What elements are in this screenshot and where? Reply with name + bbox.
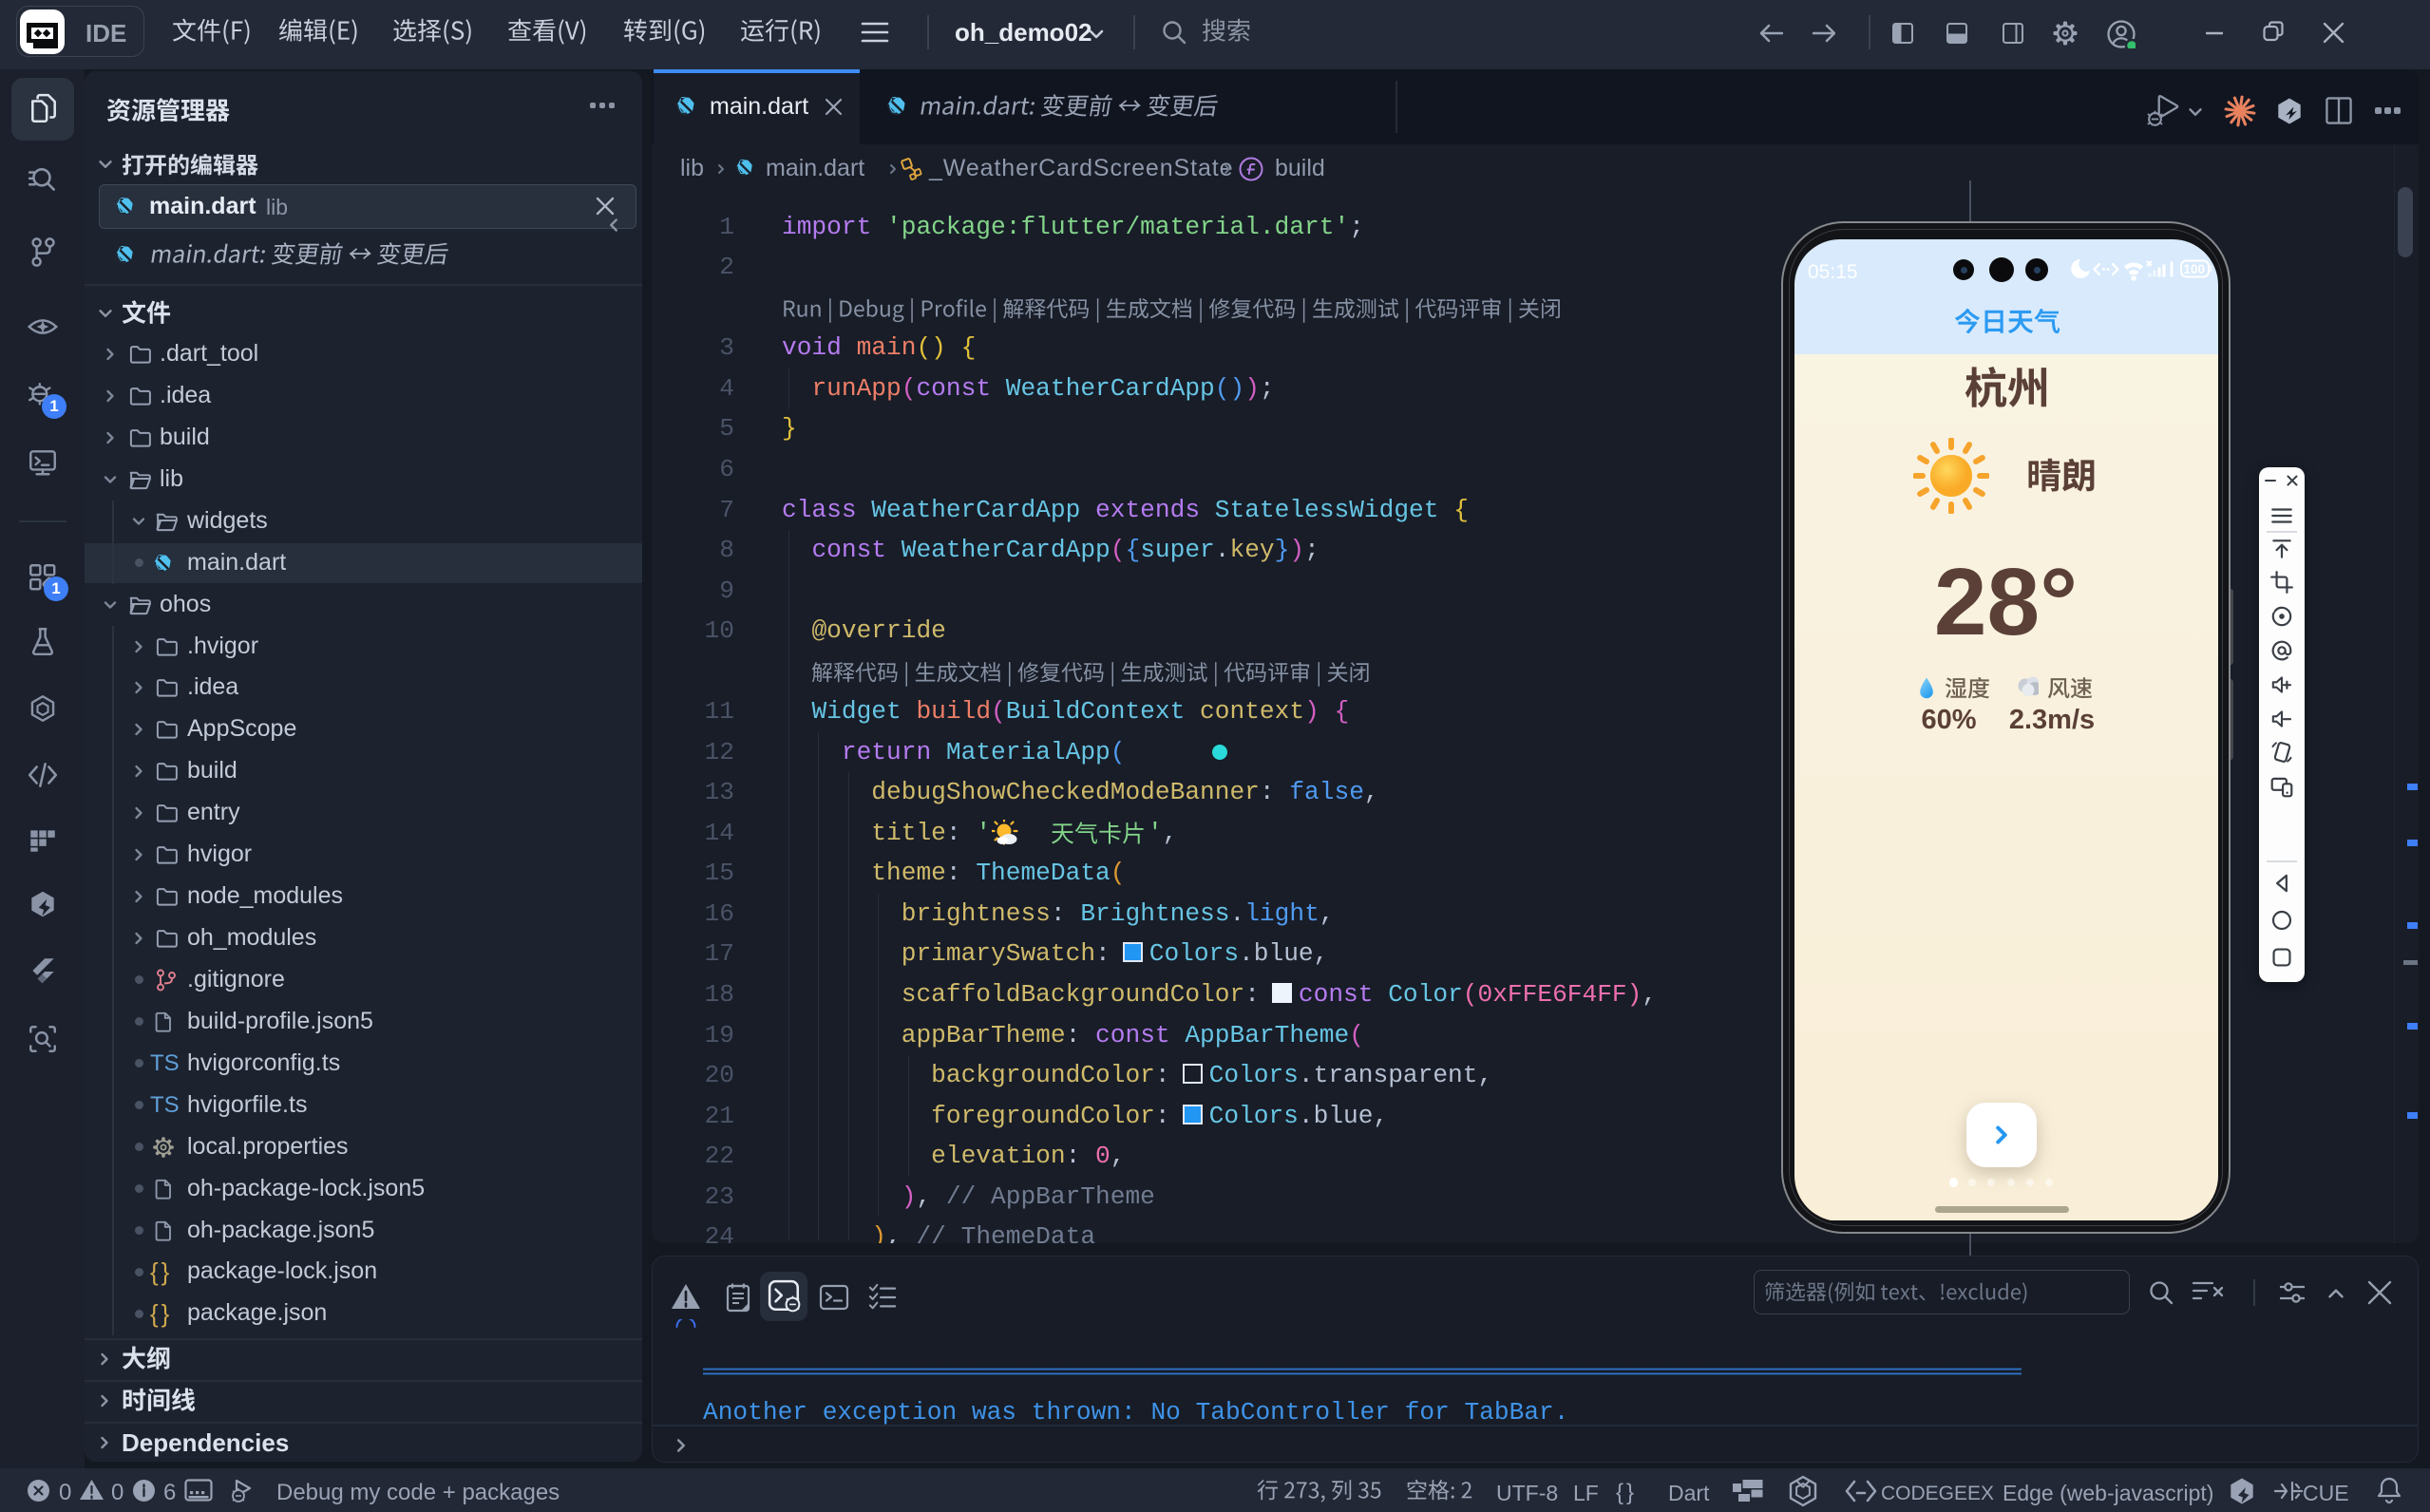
svg-text:100: 100	[2184, 262, 2206, 276]
